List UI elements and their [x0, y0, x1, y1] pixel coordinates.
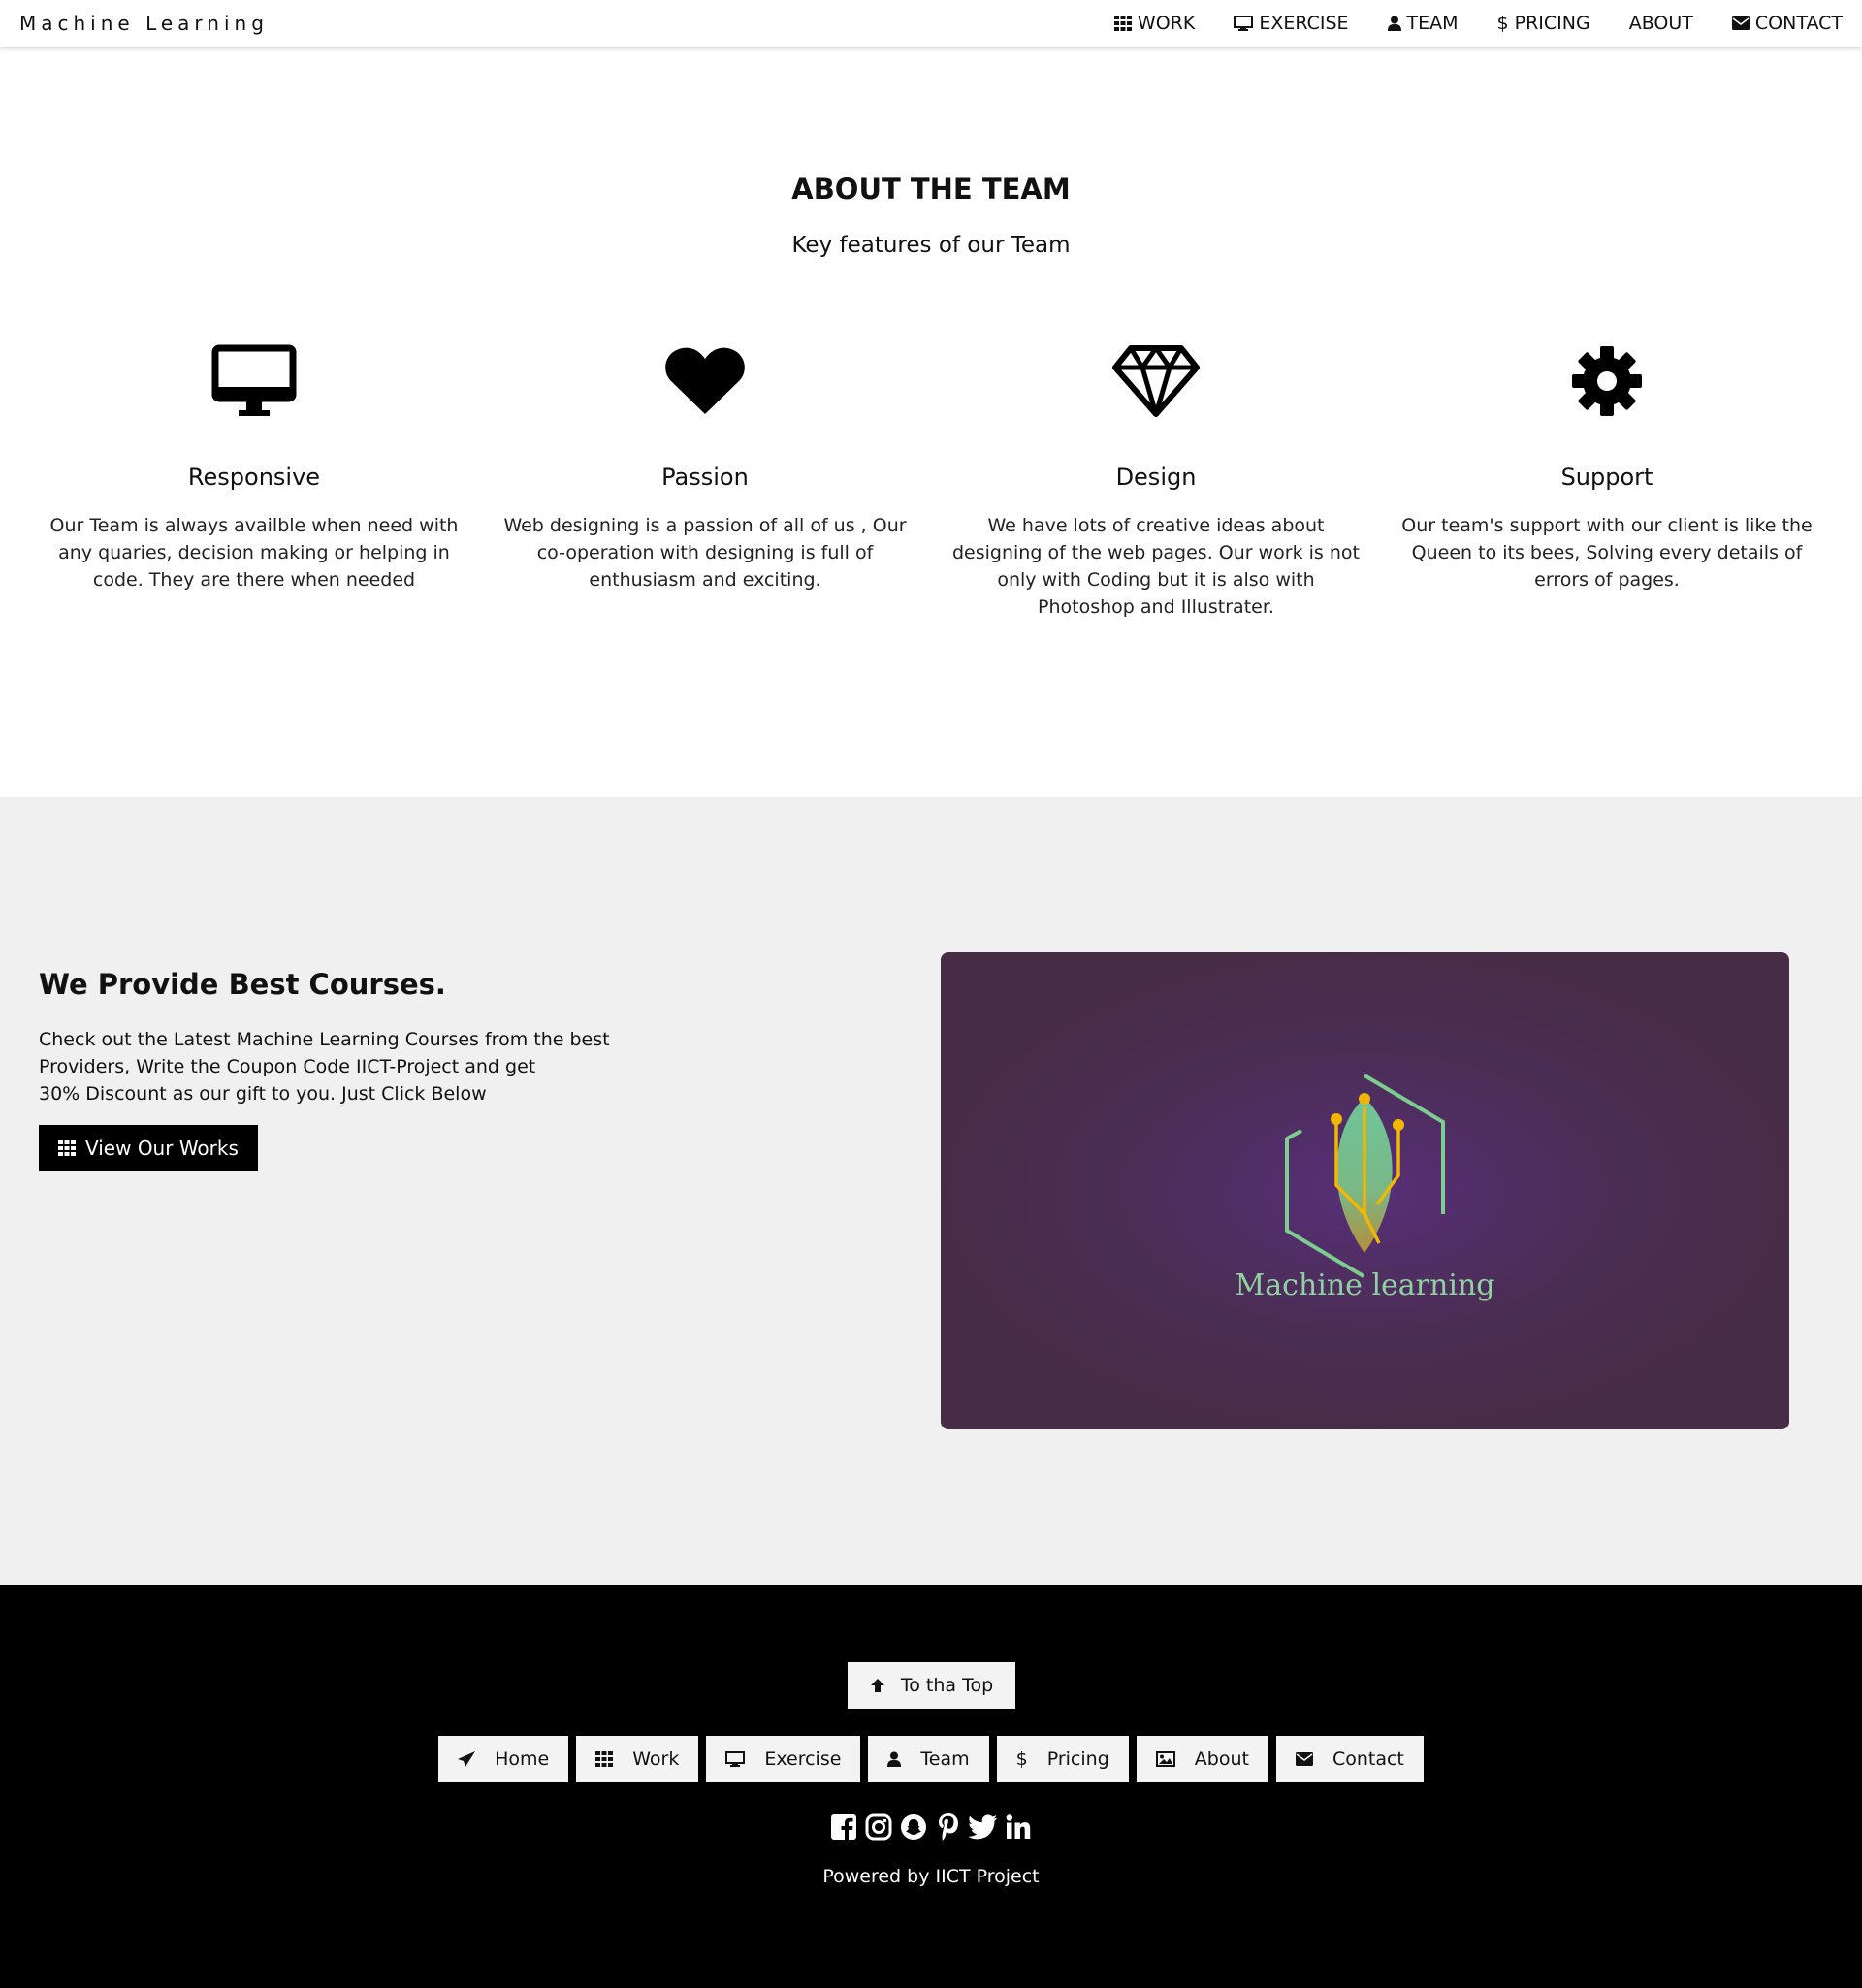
- heart-icon: [665, 347, 745, 414]
- courses-text-line: Providers, Write the Coupon Code IICT-Pr…: [39, 1056, 536, 1077]
- nav-link-contact[interactable]: CONTACT: [1731, 13, 1843, 34]
- nav-link-label: TEAM: [1406, 13, 1459, 34]
- snapchat-icon[interactable]: [896, 1810, 931, 1844]
- image-caption: Machine learning: [1235, 1268, 1495, 1302]
- nav-link-label: ABOUT: [1628, 13, 1693, 34]
- feature-name: Support: [1560, 464, 1653, 491]
- feature-description: We have lots of creative ideas about des…: [952, 515, 1360, 618]
- feature-responsive: Responsive Our Team is always availble w…: [41, 337, 467, 593]
- to-the-top-button[interactable]: To tha Top: [848, 1662, 1015, 1709]
- view-our-works-button[interactable]: View Our Works: [39, 1125, 258, 1171]
- footer-link-about[interactable]: About: [1136, 1736, 1268, 1782]
- feature-name: Design: [1115, 464, 1197, 491]
- facebook-icon[interactable]: [826, 1810, 861, 1844]
- footer-link-exercise[interactable]: Exercise: [706, 1736, 861, 1782]
- brand-logo-text[interactable]: Machine Learning: [19, 12, 269, 35]
- footer-link-team[interactable]: Team: [868, 1736, 989, 1782]
- envelope-icon: [1295, 1752, 1313, 1766]
- linkedin-icon[interactable]: [1001, 1810, 1036, 1844]
- courses-title: We Provide Best Courses.: [39, 968, 446, 1001]
- nav-links: WORK EXERCISE TEAM $ PRICING ABOUT CONTA…: [1075, 0, 1843, 47]
- diamond-icon: [1112, 345, 1200, 417]
- dollar-icon: $: [1015, 1748, 1028, 1770]
- feature-support: Support Our team's support with our clie…: [1394, 337, 1820, 593]
- grid-icon: [58, 1140, 76, 1156]
- user-icon: [1387, 16, 1401, 31]
- footer-link-label: Exercise: [764, 1748, 842, 1770]
- nav-link-pricing[interactable]: $ PRICING: [1497, 13, 1590, 34]
- footer-nav: Home Work Exercise Team $ Pricing About …: [0, 1736, 1862, 1782]
- nav-link-exercise[interactable]: EXERCISE: [1234, 13, 1349, 34]
- paper-plane-icon: [458, 1751, 476, 1767]
- footer-link-label: Team: [920, 1748, 970, 1770]
- desktop-icon: [725, 1751, 746, 1767]
- arrow-up-icon: [870, 1679, 884, 1692]
- feature-design: Design We have lots of creative ideas ab…: [943, 337, 1369, 621]
- machine-learning-image: Machine learning: [941, 952, 1789, 1429]
- courses-text-line: 30% Discount as our gift to you. Just Cl…: [39, 1083, 487, 1105]
- twitter-icon[interactable]: [966, 1810, 1001, 1844]
- nav-link-label: WORK: [1137, 13, 1196, 34]
- social-links: [0, 1810, 1862, 1844]
- courses-description: Check out the Latest Machine Learning Co…: [39, 1026, 640, 1107]
- grid-icon: [1113, 16, 1132, 31]
- footer-link-label: Pricing: [1046, 1748, 1109, 1770]
- footer-link-work[interactable]: Work: [576, 1736, 699, 1782]
- footer-link-label: Work: [632, 1748, 680, 1770]
- nav-link-team[interactable]: TEAM: [1387, 13, 1459, 34]
- grid-icon: [595, 1751, 614, 1767]
- feature-name: Passion: [661, 464, 749, 491]
- user-icon: [887, 1751, 902, 1767]
- courses-section: We Provide Best Courses. Check out the L…: [0, 797, 1862, 1585]
- footer-link-home[interactable]: Home: [438, 1736, 569, 1782]
- nav-link-label: CONTACT: [1754, 13, 1843, 34]
- site-footer: To tha Top Home Work Exercise Team $ Pri…: [0, 1585, 1862, 1988]
- footer-link-pricing[interactable]: $ Pricing: [996, 1736, 1129, 1782]
- button-label: To tha Top: [900, 1675, 994, 1696]
- feature-name: Responsive: [187, 464, 321, 491]
- gear-icon: [1572, 346, 1642, 416]
- envelope-icon: [1731, 16, 1750, 30]
- courses-text-line: Check out the Latest Machine Learning Co…: [39, 1029, 610, 1050]
- feature-description: Our Team is always availble when need wi…: [49, 515, 459, 591]
- desktop-icon: [211, 344, 297, 416]
- footer-link-label: Home: [495, 1748, 550, 1770]
- feature-description: Web designing is a passion of all of us …: [503, 515, 907, 591]
- nav-link-label: PRICING: [1514, 13, 1590, 34]
- feature-passion: Passion Web designing is a passion of al…: [492, 337, 918, 593]
- footer-link-label: About: [1194, 1748, 1249, 1770]
- footer-link-label: Contact: [1332, 1748, 1404, 1770]
- feature-description: Our team's support with our client is li…: [1401, 515, 1813, 591]
- footer-link-contact[interactable]: Contact: [1275, 1736, 1424, 1782]
- about-team-section: ABOUT THE TEAM Key features of our Team …: [0, 47, 1862, 797]
- top-navbar: Machine Learning WORK EXERCISE TEAM $ PR…: [0, 0, 1862, 47]
- nav-link-about[interactable]: ABOUT: [1629, 13, 1693, 34]
- machine-learning-logo-icon: [1285, 1074, 1445, 1278]
- button-label: View Our Works: [85, 1137, 239, 1160]
- powered-by-text: Powered by IICT Project: [822, 1866, 1040, 1887]
- section-subtitle: Key features of our Team: [791, 233, 1071, 258]
- dollar-icon: $: [1496, 13, 1509, 34]
- desktop-icon: [1234, 16, 1254, 31]
- nav-link-work[interactable]: WORK: [1113, 13, 1196, 34]
- image-icon: [1155, 1751, 1175, 1767]
- pinterest-icon[interactable]: [931, 1810, 966, 1844]
- instagram-icon[interactable]: [861, 1810, 896, 1844]
- nav-link-label: EXERCISE: [1259, 13, 1349, 34]
- section-title: ABOUT THE TEAM: [791, 173, 1071, 206]
